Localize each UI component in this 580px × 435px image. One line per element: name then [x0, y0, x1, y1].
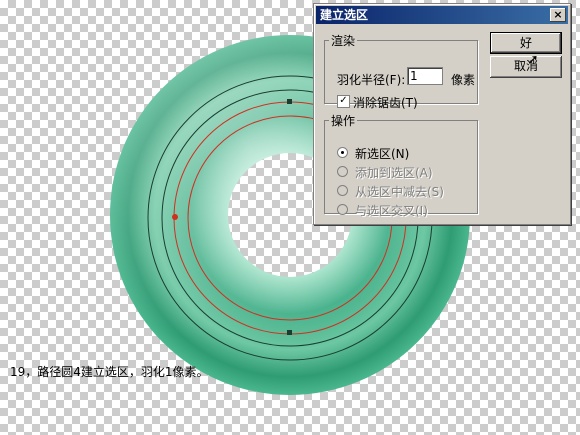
dialog-title: 建立选区: [320, 8, 369, 22]
subtract-from-selection-label: 从选区中减去(S): [355, 185, 444, 199]
cancel-button[interactable]: 取消: [490, 56, 562, 78]
mouse-cursor-icon: ➚: [527, 52, 539, 68]
caption-text: 19，路径圆4建立选区，羽化1像素。: [10, 365, 209, 379]
make-selection-dialog: 建立选区 × 渲染 羽化半径(F): 像素 ✓ 消除锯齿(T) 操作 新选区(N…: [313, 3, 571, 225]
feather-unit-label: 像素: [451, 73, 476, 87]
ok-button[interactable]: 好: [490, 32, 562, 54]
feather-radius-input[interactable]: [407, 67, 443, 85]
radio-subtract-from-selection: [337, 185, 348, 196]
anchor-point-bottom: [287, 330, 292, 335]
operation-legend: 操作: [331, 114, 356, 128]
antialias-label[interactable]: 消除锯齿(T): [353, 94, 418, 111]
radio-new-selection[interactable]: [337, 147, 348, 158]
radio-add-to-selection: [337, 166, 348, 177]
dialog-titlebar: 建立选区 ×: [316, 6, 568, 24]
add-to-selection-label: 添加到选区(A): [355, 166, 433, 180]
intersect-selection-label: 与选区交叉(I): [355, 204, 428, 218]
close-icon[interactable]: ×: [550, 8, 566, 22]
radio-intersect-selection: [337, 204, 348, 215]
render-group: 渲染 羽化半径(F): 像素 ✓ 消除锯齿(T): [324, 32, 478, 110]
feather-radius-label: 羽化半径(F):: [337, 73, 406, 87]
operation-group: 操作 新选区(N) 添加到选区(A) 从选区中减去(S) 与选区交叉(I): [324, 112, 478, 218]
anchor-point-top: [287, 99, 292, 104]
new-selection-label[interactable]: 新选区(N): [355, 145, 409, 162]
antialias-checkbox[interactable]: ✓: [337, 95, 350, 108]
render-legend: 渲染: [331, 34, 356, 48]
anchor-point-left: [172, 214, 178, 220]
